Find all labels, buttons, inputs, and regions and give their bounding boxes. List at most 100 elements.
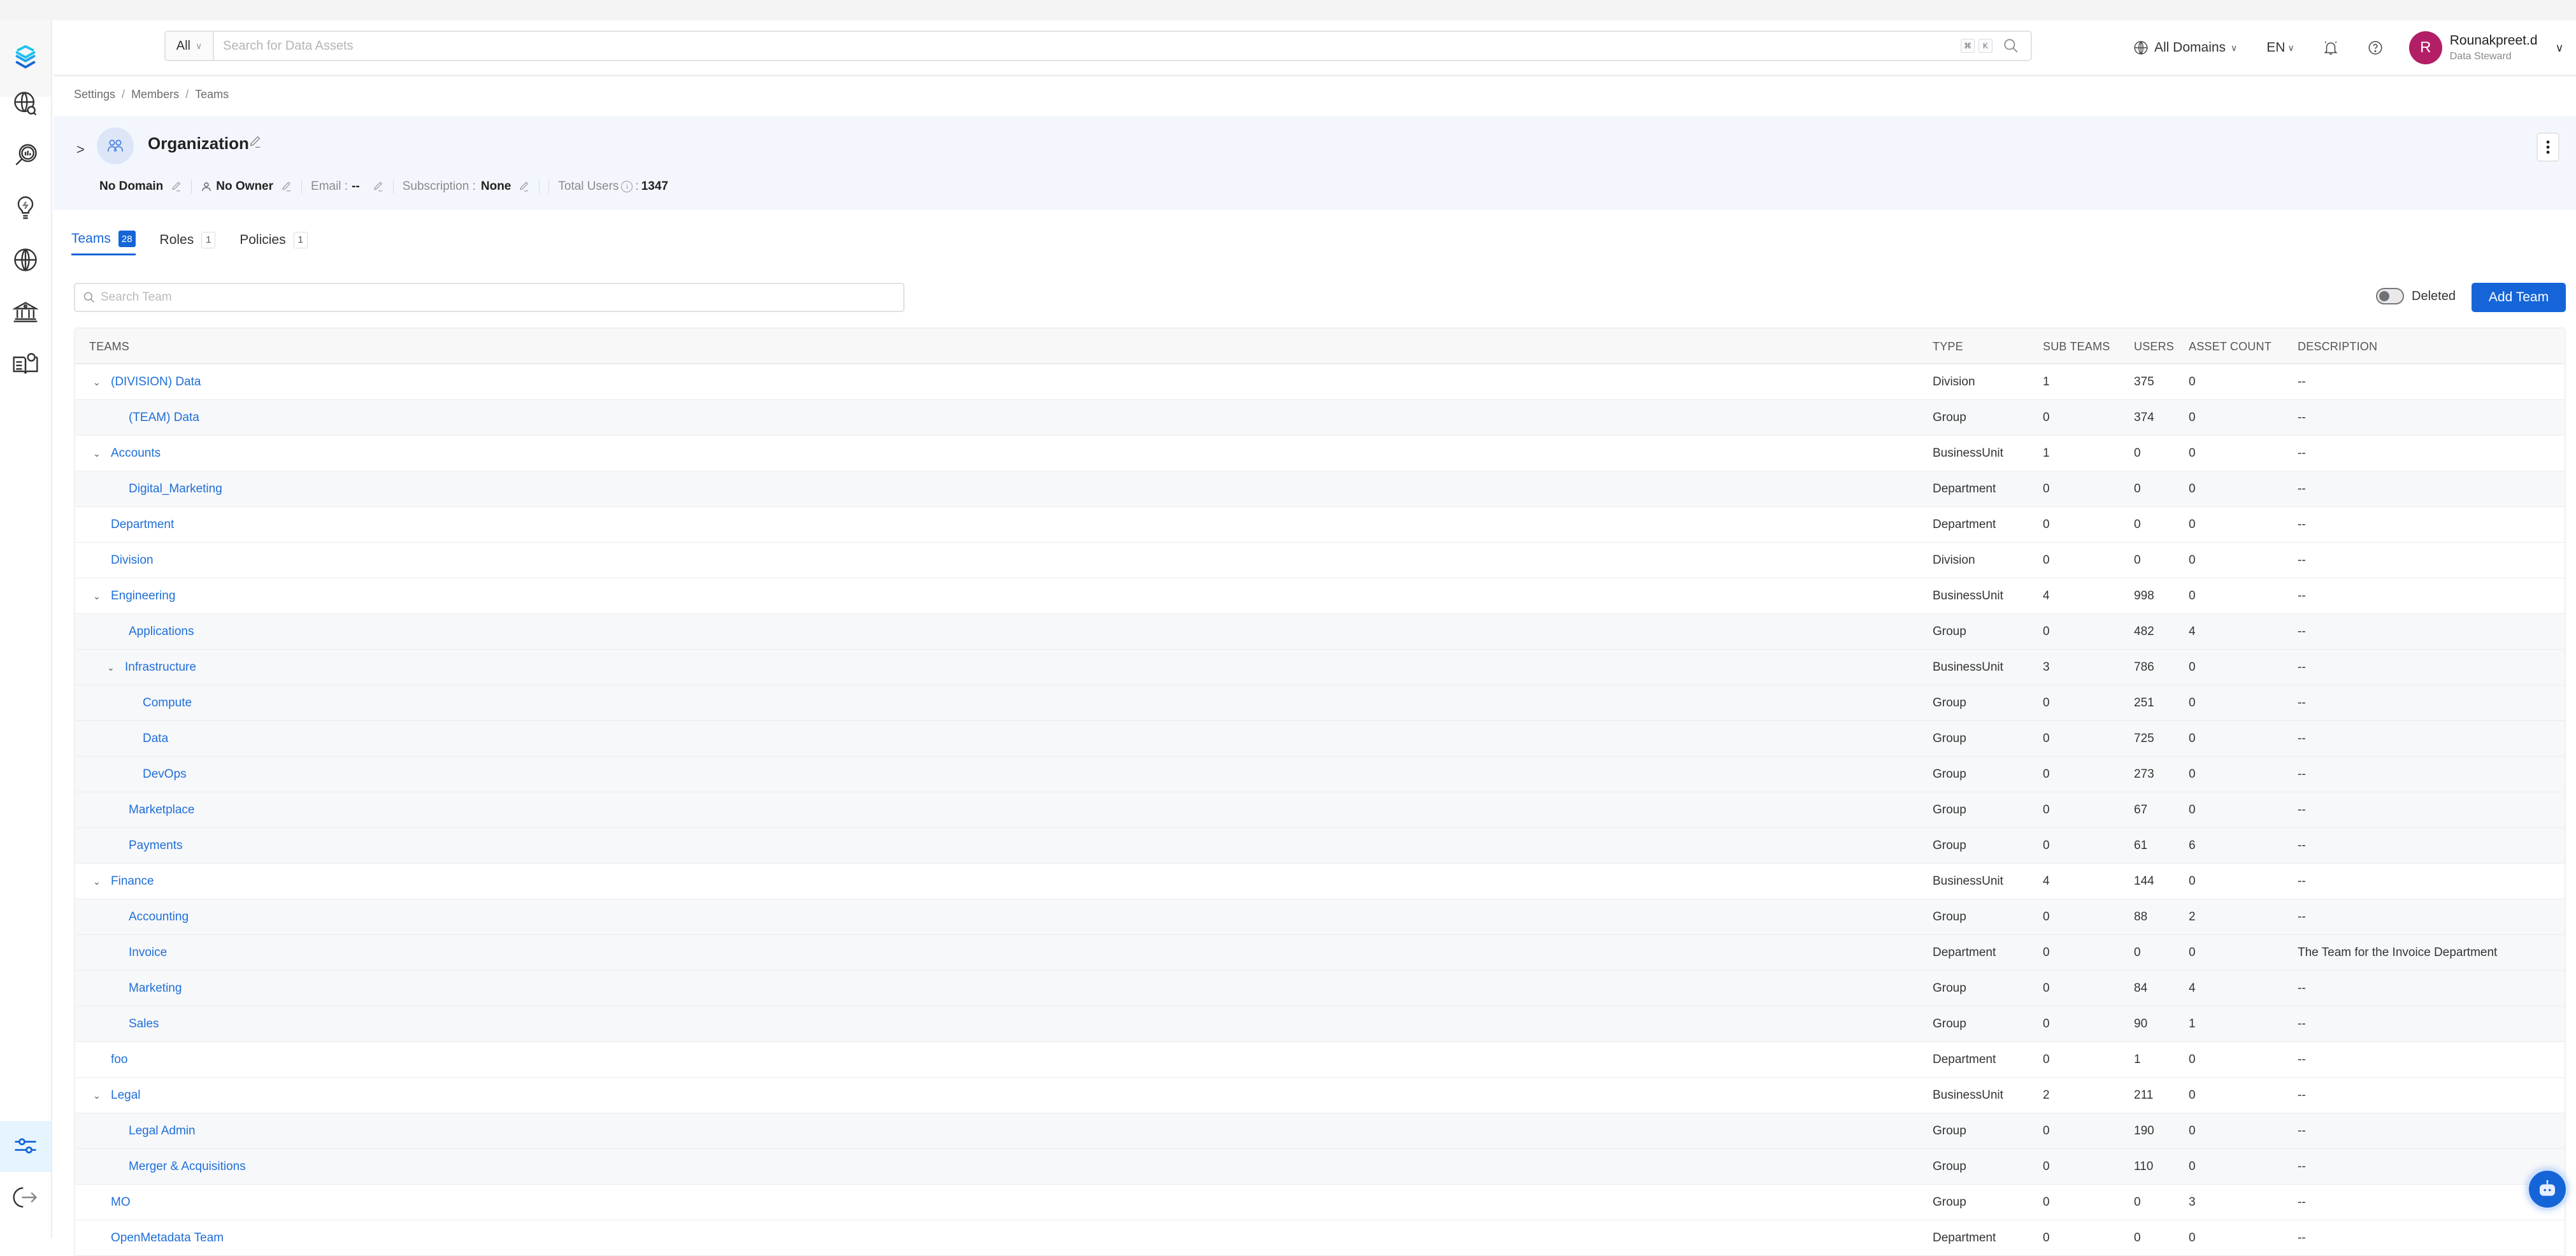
breadcrumb-settings[interactable]: Settings [74,88,115,101]
team-name-link[interactable]: MO [111,1195,131,1210]
expand-chevron-icon[interactable]: > [76,141,85,158]
table-row[interactable]: ⌄ Engineering BusinessUnit 4 998 0 -- [75,578,2565,614]
edit-domain-pencil-icon[interactable] [171,181,182,192]
user-menu-chevron-icon[interactable]: ∨ [2556,41,2564,55]
sidebar-item-governance[interactable] [0,287,51,338]
team-name-link[interactable]: Finance [111,874,154,888]
column-header-teams[interactable]: TEAMS [89,340,129,353]
team-name-link[interactable]: Accounts [111,446,161,460]
table-row[interactable]: Data Group 0 725 0 -- [75,721,2565,757]
team-name-link[interactable]: Payments [129,839,182,853]
collapse-chevron-icon[interactable]: ⌄ [107,662,118,673]
team-name-link[interactable]: OpenMetadata Team [111,1231,224,1245]
sub-teams-count: 0 [2043,1124,2050,1138]
table-row[interactable]: ⌄ Finance BusinessUnit 4 144 0 -- [75,864,2565,899]
team-name-link[interactable]: Marketing [129,981,182,996]
users-count: 725 [2134,732,2154,745]
table-row[interactable]: ⌄ (DIVISION) Data Division 1 375 0 -- [75,364,2565,400]
sidebar-item-insights[interactable] [0,182,51,233]
table-row[interactable]: ⌄ Legal BusinessUnit 2 211 0 -- [75,1078,2565,1113]
table-row[interactable]: (TEAM) Data Group 0 374 0 -- [75,400,2565,436]
team-name-link[interactable]: Compute [143,696,192,710]
add-team-button[interactable]: Add Team [2472,283,2566,312]
team-name-link[interactable]: Sales [129,1017,159,1031]
deleted-toggle-switch[interactable] [2376,288,2404,304]
chatbot-button[interactable] [2526,1168,2568,1210]
collapse-chevron-icon[interactable]: ⌄ [93,591,104,602]
sidebar-item-glossary[interactable] [0,339,51,390]
column-header-type[interactable]: TYPE [1933,340,1963,353]
search-icon[interactable] [2003,38,2019,54]
language-selector[interactable]: EN ∨ [2266,40,2294,55]
global-search-input[interactable] [214,38,1961,54]
column-header-description[interactable]: DESCRIPTION [2298,340,2377,353]
edit-email-pencil-icon[interactable] [373,181,384,192]
table-row[interactable]: Department Department 0 0 0 -- [75,507,2565,543]
team-name-link[interactable]: Invoice [129,946,167,960]
collapse-chevron-icon[interactable]: ⌄ [93,448,104,459]
team-name-link[interactable]: Data [143,732,168,746]
table-row[interactable]: Applications Group 0 482 4 -- [75,614,2565,650]
team-name-link[interactable]: Digital_Marketing [129,482,222,496]
table-row[interactable]: Marketing Group 0 84 4 -- [75,971,2565,1006]
team-name-link[interactable]: DevOps [143,767,187,781]
column-header-users[interactable]: USERS [2134,340,2174,353]
table-row[interactable]: ⌄ Infrastructure BusinessUnit 3 786 0 -- [75,650,2565,685]
sidebar-item-domains[interactable] [0,234,51,285]
edit-subscription-pencil-icon[interactable] [519,181,530,192]
more-options-button[interactable] [2537,132,2559,162]
sidebar-item-explore[interactable] [0,78,51,129]
search-category-select[interactable]: All ∨ [166,32,214,60]
table-row[interactable]: Sales Group 0 90 1 -- [75,1006,2565,1042]
team-name-link[interactable]: foo [111,1053,127,1067]
team-name-link[interactable]: Marketplace [129,803,195,817]
team-name-link[interactable]: Legal [111,1088,141,1103]
sidebar-item-logout[interactable] [0,1172,51,1223]
table-row[interactable]: ⌄ Accounts BusinessUnit 1 0 0 -- [75,436,2565,471]
edit-name-pencil-icon[interactable] [248,135,262,149]
team-name-link[interactable]: Legal Admin [129,1124,196,1138]
column-header-sub-teams[interactable]: SUB TEAMS [2043,340,2110,353]
team-name-link[interactable]: Accounting [129,910,189,924]
tab-teams[interactable]: Teams 28 [71,231,136,255]
team-name-link[interactable]: Applications [129,625,194,639]
table-row[interactable]: Merger & Acquisitions Group 0 110 0 -- [75,1149,2565,1185]
column-header-asset-count[interactable]: ASSET COUNT [2189,340,2272,353]
team-name-link[interactable]: (DIVISION) Data [111,375,201,389]
table-row[interactable]: DevOps Group 0 273 0 -- [75,757,2565,792]
user-info[interactable]: Rounakpreet.d Data Steward [2450,33,2538,62]
table-row[interactable]: Marketplace Group 0 67 0 -- [75,792,2565,828]
tab-roles[interactable]: Roles 1 [160,231,216,255]
sidebar-item-settings[interactable] [0,1121,51,1172]
team-name-link[interactable]: Engineering [111,589,175,603]
team-name-link[interactable]: Division [111,553,154,567]
table-row[interactable]: Legal Admin Group 0 190 0 -- [75,1113,2565,1149]
team-name-link[interactable]: (TEAM) Data [129,411,199,425]
collapse-chevron-icon[interactable]: ⌄ [93,377,104,388]
collapse-chevron-icon[interactable]: ⌄ [93,876,104,887]
table-row[interactable]: MO Group 0 0 3 -- [75,1185,2565,1220]
table-row[interactable]: Division Division 0 0 0 -- [75,543,2565,578]
team-search-input[interactable] [101,290,903,304]
table-row[interactable]: Accounting Group 0 88 2 -- [75,899,2565,935]
table-row[interactable]: Invoice Department 0 0 0 The Team for the Inv… [75,935,2565,971]
domain-selector[interactable]: All Domains ∨ [2133,39,2237,56]
table-row[interactable]: Payments Group 0 61 6 -- [75,828,2565,864]
sub-teams-count: 0 [2043,1195,2050,1209]
table-row[interactable]: Digital_Marketing Department 0 0 0 -- [75,471,2565,507]
team-name-link[interactable]: Infrastructure [125,660,196,674]
team-name-link[interactable]: Merger & Acquisitions [129,1160,246,1174]
info-icon[interactable]: i [621,181,633,192]
table-row[interactable]: foo Department 0 1 0 -- [75,1042,2565,1078]
sidebar-item-data-quality[interactable] [0,130,51,181]
breadcrumb-members[interactable]: Members [131,88,179,101]
tab-policies[interactable]: Policies 1 [240,231,308,255]
table-row[interactable]: Compute Group 0 251 0 -- [75,685,2565,721]
help-icon[interactable] [2367,39,2384,56]
notification-bell-icon[interactable] [2322,39,2339,56]
table-row[interactable]: OpenMetadata Team Department 0 0 0 -- [75,1220,2565,1256]
collapse-chevron-icon[interactable]: ⌄ [93,1090,104,1101]
user-avatar[interactable]: R [2408,31,2442,64]
edit-owner-pencil-icon[interactable] [281,181,292,192]
team-name-link[interactable]: Department [111,518,174,532]
